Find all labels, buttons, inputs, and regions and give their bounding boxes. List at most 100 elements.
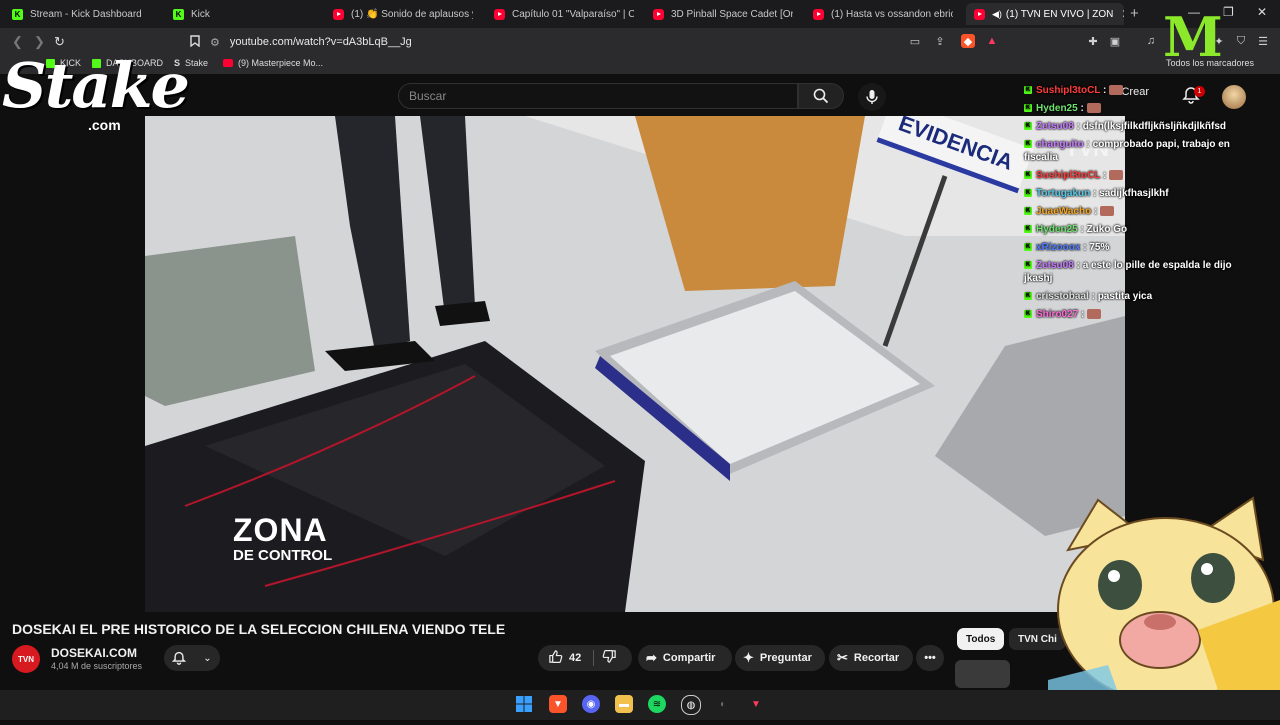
file-explorer-icon[interactable]: ▬ bbox=[615, 695, 633, 713]
more-actions-button[interactable]: ••• bbox=[916, 645, 944, 671]
tab-aplausos[interactable]: (1) 👏 Sonido de aplausos y g bbox=[333, 3, 473, 25]
channel-avatar[interactable]: TVN bbox=[12, 645, 40, 673]
subscription-bell-button[interactable]: ⌄ bbox=[164, 645, 220, 671]
kick-icon: K bbox=[173, 8, 184, 20]
close-window-icon[interactable]: ✕ bbox=[1257, 5, 1267, 19]
tab-pinball[interactable]: 3D Pinball Space Cadet [Origin bbox=[653, 3, 793, 25]
chat-message: K JuaeWacho : bbox=[1024, 205, 1254, 218]
chat-username[interactable]: Zetsu08 bbox=[1036, 260, 1074, 271]
music-icon[interactable]: ♫ bbox=[1144, 34, 1158, 48]
brave-browser-icon[interactable]: ▼ bbox=[549, 695, 567, 713]
youtube-icon bbox=[223, 59, 233, 67]
discord-icon[interactable]: ◉ bbox=[582, 695, 600, 713]
address-bar[interactable]: ⚙ youtube.com/watch?v=dA3bLqB__Jg bbox=[210, 31, 1010, 53]
video-player[interactable]: EVIDENCIA TVN ZONA DE CONTROL bbox=[145, 116, 1125, 612]
thumbs-up-icon bbox=[549, 650, 563, 664]
site-settings-icon[interactable]: ⚙ bbox=[210, 36, 220, 49]
chat-username[interactable]: Zetsu08 bbox=[1036, 121, 1074, 132]
chat-username[interactable]: JuaeWacho bbox=[1036, 206, 1091, 217]
chat-separator: : bbox=[1100, 170, 1110, 181]
share-button[interactable]: ➦ Compartir bbox=[638, 645, 732, 671]
chat-username[interactable]: Sushipl3toCL bbox=[1036, 170, 1100, 181]
recommended-thumbnail[interactable] bbox=[955, 660, 1010, 688]
microphone-icon bbox=[866, 90, 878, 104]
chat-separator: : bbox=[1088, 291, 1098, 302]
bell-icon bbox=[172, 651, 187, 665]
tab-hasta-ossandon[interactable]: (1) Hasta vs ossandon ebrios bbox=[813, 3, 953, 25]
chat-message: Kchanguito : comprobado papi, trabajo en… bbox=[1024, 138, 1254, 164]
chat-username[interactable]: changuito bbox=[1036, 139, 1084, 150]
tab-valparaiso[interactable]: Capítulo 01 "Valparaíso" | Chile bbox=[494, 3, 634, 25]
brave-rewards-icon[interactable]: ▲ bbox=[985, 34, 999, 48]
bookmark-icon[interactable] bbox=[188, 34, 202, 48]
chat-separator: : bbox=[1083, 139, 1093, 150]
thumbs-down-icon bbox=[602, 649, 616, 663]
like-button[interactable] bbox=[548, 649, 563, 667]
voice-search-button[interactable] bbox=[858, 83, 886, 111]
chat-message: K Zetsu08 : a este lo pille de espalda le… bbox=[1024, 259, 1254, 285]
app-icon[interactable]: ◐ bbox=[714, 695, 732, 713]
spotify-icon[interactable]: ≋ bbox=[648, 695, 666, 713]
ask-button[interactable]: ✦ Preguntar bbox=[735, 645, 825, 671]
clip-button[interactable]: ✂ Recortar bbox=[829, 645, 913, 671]
reload-icon[interactable]: ↻ bbox=[54, 34, 65, 50]
tab-label: (1) TVN EN VIVO | ZON bbox=[1005, 8, 1114, 20]
vpn-icon[interactable]: ⛉ bbox=[1234, 34, 1248, 48]
dislike-button[interactable] bbox=[602, 649, 617, 667]
sidebar-icon[interactable]: ▣ bbox=[1108, 34, 1122, 48]
tab-kick[interactable]: K Kick bbox=[173, 3, 323, 25]
windows-start-icon[interactable] bbox=[515, 695, 533, 713]
channel-name[interactable]: DOSEKAI.COM bbox=[51, 646, 137, 660]
chat-username[interactable]: Shiro027 bbox=[1036, 309, 1078, 320]
kick-badge-icon: K bbox=[1024, 86, 1032, 95]
extensions-icon[interactable]: ✚ bbox=[1086, 34, 1100, 48]
cat-vtuber-avatar bbox=[1048, 490, 1280, 720]
share-arrow-icon: ➦ bbox=[646, 650, 657, 665]
video-title: DOSEKAI EL PRE HISTORICO DE LA SELECCION… bbox=[12, 621, 506, 637]
sparkle-icon: ✦ bbox=[743, 650, 754, 665]
chat-message: KxRizooox : 75% bbox=[1024, 241, 1254, 254]
youtube-icon bbox=[974, 8, 985, 20]
chat-separator: : bbox=[1091, 206, 1101, 217]
windows-taskbar: ▼ ◉ ▬ ≋ ◍ ◐ ▼ bbox=[0, 690, 1280, 720]
chat-message: K Zetsu08 : dsfn(lksjfilkdfljkñsljñkdjlkñ… bbox=[1024, 120, 1254, 133]
tab-label: (1) Hasta vs ossandon ebrios bbox=[831, 8, 953, 20]
chat-separator: : bbox=[1073, 260, 1083, 271]
tab-tvn-en-vivo[interactable]: ◀) (1) TVN EN VIVO | ZON ✕ bbox=[966, 3, 1124, 25]
forward-icon[interactable]: ❯ bbox=[34, 34, 45, 50]
close-tab-icon[interactable]: ✕ bbox=[1121, 7, 1124, 21]
chat-username[interactable]: Tortugakun bbox=[1036, 188, 1090, 199]
share-icon[interactable]: ⇪ bbox=[933, 34, 947, 48]
emote-icon bbox=[1109, 170, 1124, 181]
chat-message: K Shiro027 : bbox=[1024, 308, 1254, 321]
search-button[interactable] bbox=[798, 83, 844, 109]
brave-shields-icon[interactable]: ◆ bbox=[961, 34, 975, 48]
bookmark-masterpiece[interactable]: (9) Masterpiece Mo... bbox=[223, 58, 323, 68]
obs-icon[interactable]: ◍ bbox=[681, 695, 701, 715]
search-icon bbox=[813, 88, 829, 104]
tab-kick-dashboard[interactable]: K Stream - Kick Dashboard bbox=[12, 3, 162, 25]
kick-badge-icon: K bbox=[1024, 310, 1032, 319]
zona-text: ZONA bbox=[233, 512, 328, 548]
cast-icon[interactable]: ▭ bbox=[908, 34, 922, 48]
chat-username[interactable]: Hyden25 bbox=[1036, 103, 1078, 114]
menu-icon[interactable]: ☰ bbox=[1256, 34, 1270, 48]
tab-label: 3D Pinball Space Cadet [Origin bbox=[671, 8, 793, 20]
chat-separator: : bbox=[1090, 188, 1100, 199]
chat-username[interactable]: Sushipl3toCL bbox=[1036, 85, 1100, 96]
chip-todos[interactable]: Todos bbox=[957, 628, 1005, 650]
emote-icon bbox=[1100, 206, 1115, 217]
chat-username[interactable]: xRizooox bbox=[1036, 242, 1080, 253]
back-icon[interactable]: ❮ bbox=[12, 34, 23, 50]
kick-badge-icon: K bbox=[1024, 140, 1032, 149]
chat-username[interactable]: crisstobaal bbox=[1036, 291, 1089, 302]
kick-chat-overlay: K Sushipl3toCL : K Hyden25 : K Zetsu08 : ds… bbox=[1024, 84, 1254, 326]
maximize-icon[interactable]: ❐ bbox=[1223, 5, 1234, 19]
brave-nightly-icon[interactable]: ▼ bbox=[747, 695, 765, 713]
chat-text: pastita yica bbox=[1097, 291, 1153, 302]
chat-message: K Sushipl3toCL : bbox=[1024, 169, 1254, 182]
search-input[interactable]: Buscar bbox=[398, 83, 798, 109]
kick-icon: K bbox=[12, 8, 23, 20]
new-tab-icon[interactable]: + bbox=[1130, 5, 1139, 22]
chat-username[interactable]: Hyden25 bbox=[1036, 224, 1078, 235]
